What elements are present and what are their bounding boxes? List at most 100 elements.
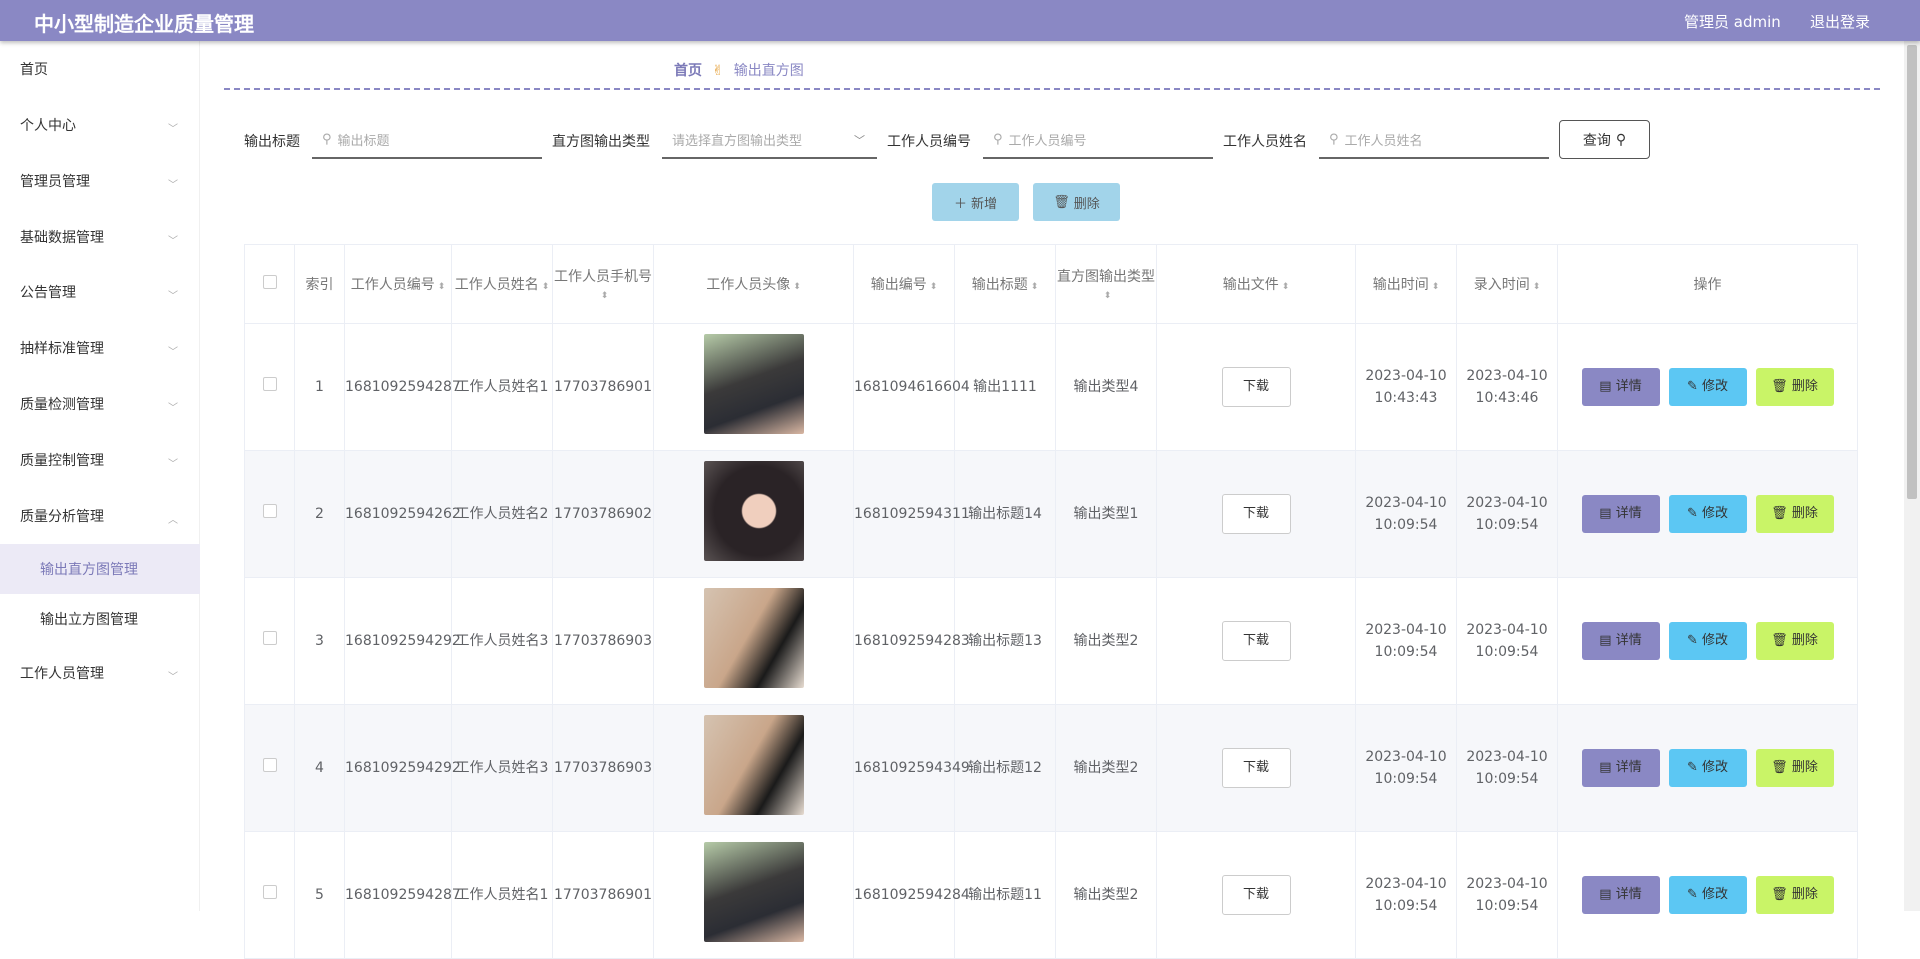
- select-all-checkbox[interactable]: [262, 275, 277, 289]
- sidebar-item-notice[interactable]: 公告管理 ﹀: [0, 267, 200, 317]
- detail-button[interactable]: ▤ 详情: [1581, 622, 1660, 660]
- sidebar-item-label: 质量分析管理: [20, 509, 104, 525]
- row-checkbox[interactable]: [262, 885, 277, 899]
- download-button[interactable]: 下载: [1221, 367, 1291, 407]
- sort-icon[interactable]: ⬍: [1533, 282, 1541, 292]
- cell-index: 2: [294, 450, 345, 578]
- avatar[interactable]: [703, 841, 804, 942]
- chevron-down-icon: ﹀: [168, 236, 178, 247]
- cell-phone: 17703786901: [552, 831, 654, 959]
- detail-button[interactable]: ▤ 详情: [1581, 876, 1660, 914]
- document-icon: ▤: [1599, 379, 1612, 394]
- detail-button[interactable]: ▤ 详情: [1581, 495, 1660, 533]
- download-button[interactable]: 下载: [1221, 621, 1291, 661]
- staff-name-placeholder: 工作人员姓名: [1344, 134, 1423, 149]
- title-search-input[interactable]: ⚲ 输出标题: [312, 122, 542, 159]
- query-button[interactable]: 查询 ⚲: [1559, 120, 1650, 159]
- trash-icon: 🗑: [1053, 194, 1070, 210]
- sidebar-item-sampling[interactable]: 抽样标准管理 ﹀: [0, 323, 200, 373]
- sidebar-item-personal-center[interactable]: 个人中心 ﹀: [0, 100, 200, 150]
- staff-name-input[interactable]: ⚲ 工作人员姓名: [1319, 122, 1549, 159]
- sidebar-item-label: 公告管理: [20, 285, 76, 301]
- edit-button[interactable]: ✎ 修改: [1668, 495, 1747, 533]
- sidebar-item-inspection[interactable]: 质量检测管理 ﹀: [0, 379, 200, 429]
- select-all-cell[interactable]: [244, 244, 295, 324]
- sort-icon[interactable]: ⬍: [1282, 282, 1290, 292]
- sidebar-item-histogram[interactable]: 输出直方图管理: [0, 544, 200, 594]
- sidebar-item-admin[interactable]: 管理员管理 ﹀: [0, 156, 200, 206]
- row-checkbox[interactable]: [262, 377, 277, 391]
- chevron-up-icon: ︿: [168, 515, 178, 526]
- chevron-down-icon: ﹀: [854, 134, 865, 147]
- col-staff-avatar[interactable]: 工作人员头像 ⬍: [653, 244, 854, 324]
- row-checkbox[interactable]: [262, 758, 277, 772]
- sort-icon[interactable]: ⬍: [542, 282, 550, 292]
- col-staff-no[interactable]: 工作人员编号 ⬍: [344, 244, 452, 324]
- sidebar-item-base-data[interactable]: 基础数据管理 ﹀: [0, 212, 200, 262]
- delete-button[interactable]: 🗑 删除: [1755, 622, 1834, 660]
- col-out-time[interactable]: 输出时间 ⬍: [1355, 244, 1457, 324]
- sidebar-item-label: 输出立方图管理: [40, 612, 138, 628]
- edit-button[interactable]: ✎ 修改: [1668, 749, 1747, 787]
- add-button[interactable]: ＋新增: [932, 183, 1019, 221]
- sidebar-item-control[interactable]: 质量控制管理 ﹀: [0, 435, 200, 485]
- avatar[interactable]: [703, 587, 804, 688]
- logout-link[interactable]: 退出登录: [1810, 11, 1870, 32]
- trash-icon: 🗑: [1771, 887, 1788, 902]
- sidebar-item-home[interactable]: 首页: [0, 44, 200, 94]
- cell-phone: 17703786902: [552, 450, 654, 578]
- table-row: 1 1681092594287 工作人员姓名1 17703786901 1681…: [244, 323, 1858, 451]
- cell-entry-time: 2023-04-10 10:43:46: [1456, 323, 1558, 451]
- batch-delete-button[interactable]: 🗑 删除: [1033, 183, 1120, 221]
- download-button[interactable]: 下载: [1221, 494, 1291, 534]
- cell-type: 输出类型4: [1055, 323, 1157, 451]
- col-out-file[interactable]: 输出文件 ⬍: [1156, 244, 1356, 324]
- col-hist-type[interactable]: 直方图输出类型⬍: [1055, 244, 1157, 324]
- delete-button[interactable]: 🗑 删除: [1755, 495, 1834, 533]
- edit-button[interactable]: ✎ 修改: [1668, 622, 1747, 660]
- edit-button[interactable]: ✎ 修改: [1668, 368, 1747, 406]
- sidebar-item-analysis[interactable]: 质量分析管理 ︿: [0, 491, 200, 541]
- detail-button[interactable]: ▤ 详情: [1581, 368, 1660, 406]
- sidebar-item-staff[interactable]: 工作人员管理 ﹀: [0, 648, 200, 698]
- delete-button[interactable]: 🗑 删除: [1755, 876, 1834, 914]
- cell-type: 输出类型2: [1055, 577, 1157, 705]
- row-checkbox[interactable]: [262, 504, 277, 518]
- cell-title: 输出标题11: [954, 831, 1056, 959]
- plus-icon: ＋: [953, 196, 967, 212]
- sidebar-item-label: 个人中心: [20, 118, 76, 134]
- download-button[interactable]: 下载: [1221, 748, 1291, 788]
- sidebar-item-label: 首页: [20, 62, 48, 78]
- col-out-title[interactable]: 输出标题 ⬍: [954, 244, 1056, 324]
- sidebar-item-cube[interactable]: 输出立方图管理: [0, 594, 200, 644]
- avatar[interactable]: [703, 333, 804, 434]
- type-select[interactable]: 请选择直方图输出类型 ﹀: [662, 122, 877, 159]
- col-entry-time[interactable]: 录入时间 ⬍: [1456, 244, 1558, 324]
- sort-icon[interactable]: ⬍: [1104, 291, 1112, 301]
- chevron-down-icon: ﹀: [168, 347, 178, 358]
- staff-no-input[interactable]: ⚲ 工作人员编号: [983, 122, 1213, 159]
- delete-button[interactable]: 🗑 删除: [1755, 749, 1834, 787]
- avatar[interactable]: [703, 714, 804, 815]
- cell-entry-time: 2023-04-10 10:09:54: [1456, 450, 1558, 578]
- sort-icon[interactable]: ⬍: [793, 282, 801, 292]
- sort-icon[interactable]: ⬍: [438, 282, 446, 292]
- sort-icon[interactable]: ⬍: [930, 282, 938, 292]
- col-staff-name[interactable]: 工作人员姓名 ⬍: [451, 244, 553, 324]
- sort-icon[interactable]: ⬍: [1031, 282, 1039, 292]
- col-out-no[interactable]: 输出编号 ⬍: [853, 244, 955, 324]
- vertical-scrollbar[interactable]: [1904, 41, 1920, 911]
- row-checkbox[interactable]: [262, 631, 277, 645]
- col-staff-phone[interactable]: 工作人员手机号⬍: [552, 244, 654, 324]
- sort-icon[interactable]: ⬍: [1432, 282, 1440, 292]
- scrollbar-thumb[interactable]: [1907, 45, 1917, 499]
- edit-button[interactable]: ✎ 修改: [1668, 876, 1747, 914]
- avatar[interactable]: [703, 460, 804, 561]
- sort-icon[interactable]: ⬍: [601, 291, 609, 301]
- detail-button[interactable]: ▤ 详情: [1581, 749, 1660, 787]
- cell-out-time: 2023-04-10 10:43:43: [1355, 323, 1457, 451]
- download-button[interactable]: 下载: [1221, 875, 1291, 915]
- breadcrumb-home[interactable]: 首页: [674, 63, 702, 79]
- delete-button[interactable]: 🗑 删除: [1755, 368, 1834, 406]
- document-icon: ▤: [1599, 887, 1612, 902]
